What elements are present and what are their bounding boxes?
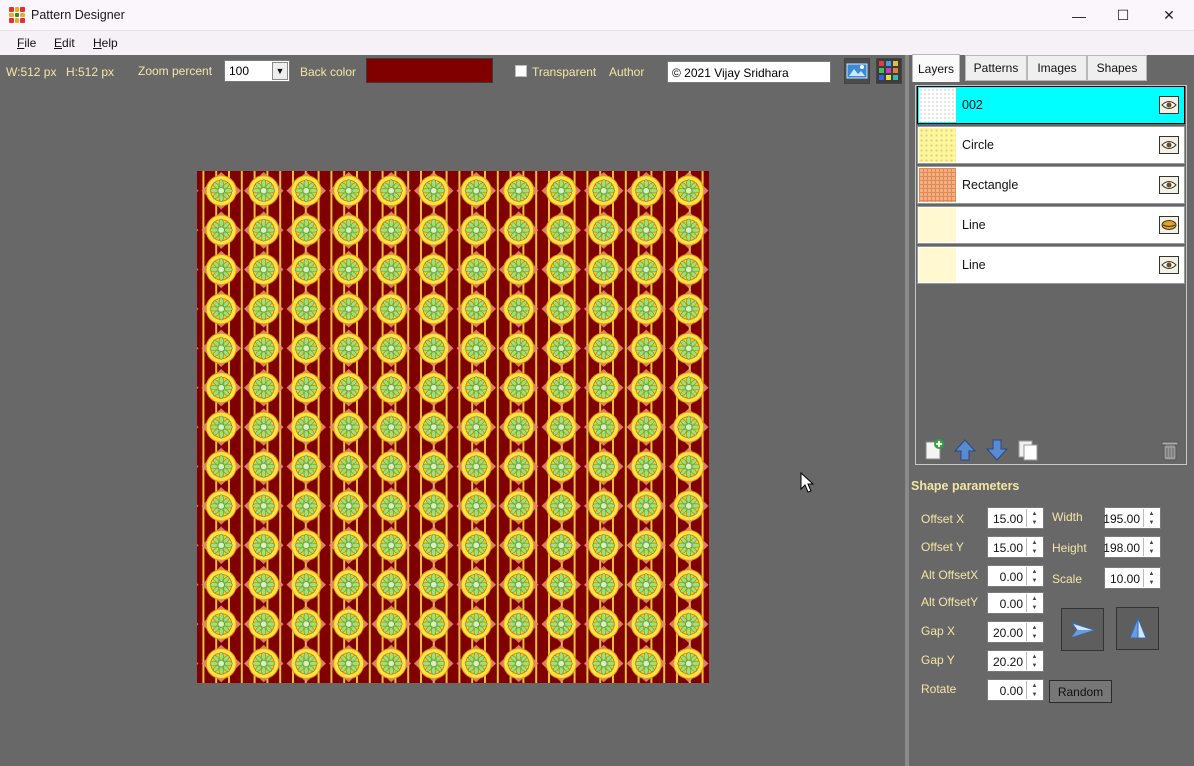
flip-vertical-button[interactable]	[1116, 607, 1159, 650]
close-button[interactable]: ✕	[1146, 0, 1192, 31]
flip-vertical-icon	[1128, 617, 1147, 638]
eye-icon[interactable]	[1159, 256, 1179, 274]
zoom-select[interactable]: 100 ▼	[224, 60, 290, 82]
scale-label: Scale	[1052, 572, 1083, 586]
eye-icon[interactable]	[1159, 96, 1179, 114]
duplicate-icon[interactable]	[1016, 438, 1040, 462]
chevron-down-icon[interactable]: ▼	[272, 62, 288, 80]
menu-help[interactable]: Help	[93, 36, 118, 50]
tab-layers[interactable]: Layers	[912, 54, 960, 82]
width-stepper[interactable]: 195.00 ▲ ▼	[1103, 507, 1161, 529]
transparent-label: Transparent	[532, 65, 597, 79]
move-up-icon[interactable]	[953, 438, 977, 462]
offset-y-stepper[interactable]: 15.00 ▲ ▼	[987, 536, 1044, 558]
gap-x-stepper[interactable]: 20.00 ▲ ▼	[987, 621, 1044, 643]
height-stepper[interactable]: 198.00 ▲ ▼	[1103, 536, 1161, 558]
zoom-value: 100	[229, 64, 250, 78]
tab-patterns[interactable]: Patterns	[965, 55, 1027, 81]
gap-y-label: Gap Y	[921, 653, 955, 667]
width-label: Width	[1052, 510, 1083, 524]
random-button[interactable]: Random	[1049, 680, 1112, 703]
menu-file[interactable]: File	[17, 36, 36, 50]
mouse-pointer-icon	[800, 471, 816, 497]
layer-item[interactable]: Line	[917, 246, 1185, 284]
author-label: Author	[609, 65, 645, 79]
layer-item[interactable]: Rectangle	[917, 166, 1185, 204]
menu-bar: File Edit Help	[0, 31, 1194, 55]
tab-shapes[interactable]: Shapes	[1087, 55, 1147, 81]
pattern-designer-window: Pattern Designer — ☐ ✕ File Edit Help W:…	[0, 0, 1194, 766]
maximize-button[interactable]: ☐	[1100, 0, 1146, 31]
palette-grid-icon[interactable]	[876, 58, 902, 84]
layer-thumbnail	[919, 248, 956, 282]
maximize-icon: ☐	[1116, 7, 1130, 23]
layer-name: 002	[962, 98, 983, 112]
scale-stepper[interactable]: 10.00 ▲ ▼	[1104, 567, 1161, 589]
back-color-swatch[interactable]	[366, 58, 493, 83]
image-icon[interactable]	[844, 58, 870, 84]
tab-images[interactable]: Images	[1027, 55, 1087, 81]
rotate-stepper[interactable]: 0.00 ▲ ▼	[987, 679, 1044, 701]
close-icon: ✕	[1163, 7, 1175, 23]
offset-x-label: Offset X	[921, 512, 965, 526]
layer-item[interactable]: Line	[917, 206, 1185, 244]
move-down-icon[interactable]	[985, 438, 1009, 462]
alt-offset-x-label: Alt OffsetX	[921, 568, 979, 582]
zoom-label: Zoom percent	[138, 64, 213, 78]
trash-icon[interactable]	[1158, 438, 1182, 462]
shape-parameters-title: Shape parameters	[911, 479, 1020, 493]
layer-thumbnail	[919, 208, 956, 242]
back-color-label: Back color	[300, 65, 357, 79]
transparent-checkbox[interactable]	[515, 65, 527, 77]
alt-offset-y-stepper[interactable]: 0.00 ▲ ▼	[987, 592, 1044, 614]
rotate-label: Rotate	[921, 682, 957, 696]
offset-x-stepper[interactable]: 15.00 ▲ ▼	[987, 507, 1044, 529]
window-title: Pattern Designer	[31, 8, 125, 22]
layer-item[interactable]: 002	[917, 86, 1185, 124]
eye-closed-icon[interactable]	[1159, 216, 1179, 234]
canvas-width-readout: W:512 px	[6, 65, 57, 79]
add-layer-icon[interactable]	[922, 438, 946, 462]
alt-offset-x-stepper[interactable]: 0.00 ▲ ▼	[987, 565, 1044, 587]
panel-tabs: Layers Patterns Images Shapes	[909, 54, 1194, 82]
layer-name: Circle	[962, 138, 994, 152]
gap-y-stepper[interactable]: 20.20 ▲ ▼	[987, 650, 1044, 672]
flip-horizontal-button[interactable]	[1061, 608, 1104, 651]
layer-thumbnail	[919, 128, 956, 162]
flip-horizontal-icon	[1070, 621, 1096, 638]
height-label: Height	[1052, 541, 1087, 555]
layer-thumbnail	[919, 168, 956, 202]
author-input[interactable]: © 2021 Vijay Sridhara	[667, 61, 831, 83]
layer-name: Line	[962, 218, 986, 232]
alt-offset-y-label: Alt OffsetY	[921, 595, 979, 609]
layer-thumbnail	[919, 88, 956, 122]
app-icon	[9, 7, 25, 23]
layer-name: Line	[962, 258, 986, 272]
canvas-height-readout: H:512 px	[66, 65, 115, 79]
minimize-icon: —	[1072, 7, 1086, 24]
eye-icon[interactable]	[1159, 176, 1179, 194]
minimize-button[interactable]: —	[1056, 0, 1102, 31]
menu-edit[interactable]: Edit	[54, 36, 75, 50]
title-bar: Pattern Designer — ☐ ✕	[0, 0, 1194, 31]
pattern-canvas[interactable]	[197, 171, 709, 683]
layer-item[interactable]: Circle	[917, 126, 1185, 164]
gap-x-label: Gap X	[921, 624, 956, 638]
eye-icon[interactable]	[1159, 136, 1179, 154]
offset-y-label: Offset Y	[921, 540, 964, 554]
layer-name: Rectangle	[962, 178, 1019, 192]
